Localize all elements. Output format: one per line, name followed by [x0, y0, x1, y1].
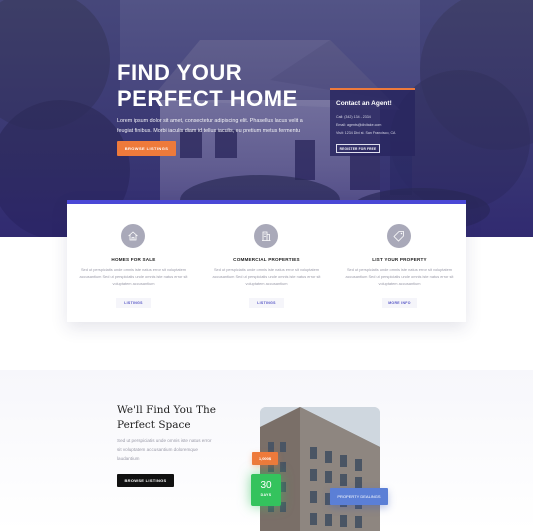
contact-phone: Call: (342) 134 - 2334 [336, 115, 371, 119]
service-description: Sed ut perspiciatis unde omnis iste natu… [79, 267, 188, 286]
hero-title: FIND YOUR PERFECT HOME [117, 60, 317, 112]
browse-listings-button[interactable]: BROWSE LISTINGS [117, 141, 176, 156]
days-label: DAYS [260, 493, 272, 497]
contact-address: Visit: 1234 Divi st. San Francisco, CA [336, 131, 396, 135]
contact-email[interactable]: Email: agents@divitake.com [336, 123, 381, 127]
register-button[interactable]: REGISTER FOR FREE [336, 144, 380, 153]
price-badge: 1,000$ [252, 452, 278, 465]
services-card: HOMES FOR SALE Sed ut perspiciatis unde … [67, 200, 466, 322]
more-info-button[interactable]: MORE INFO [382, 298, 417, 308]
service-item: HOMES FOR SALE Sed ut perspiciatis unde … [67, 204, 200, 322]
service-item: COMMERCIAL PROPERTIES Sed ut perspiciati… [200, 204, 333, 322]
service-title: LIST YOUR PROPERTY [372, 257, 427, 262]
section-title-line: Perfect Space [117, 419, 191, 431]
hero-title-line: PERFECT HOME [117, 86, 298, 111]
contact-title: Contact an Agent! [336, 100, 392, 107]
hero-title-line: FIND YOUR [117, 60, 243, 85]
service-description: Sed ut perspiciatis unde omnis iste natu… [212, 267, 321, 286]
service-title: COMMERCIAL PROPERTIES [233, 257, 300, 262]
section-description: Sed ut perspiciatis unde omnis iste natu… [117, 438, 212, 461]
service-description: Sed ut perspiciatis unde omnis iste natu… [345, 267, 454, 286]
service-title: HOMES FOR SALE [111, 257, 156, 262]
days-badge: 30 DAYS [251, 474, 281, 506]
contact-agent-card: Contact an Agent! Call: (342) 134 - 2334… [330, 88, 415, 156]
listings-button[interactable]: LISTINGS [116, 298, 151, 308]
browse-listings-button[interactable]: BROWSE LISTINGS [117, 474, 174, 487]
listings-button[interactable]: LISTINGS [249, 298, 284, 308]
hero-description: Lorem ipsum dolor sit amet, consectetur … [117, 118, 303, 134]
house-icon [121, 224, 145, 248]
tag-icon [387, 224, 411, 248]
property-dealings-badge: PROPERTY DEALINGS [330, 488, 388, 505]
service-item: LIST YOUR PROPERTY Sed ut perspiciatis u… [333, 204, 466, 322]
building-photo [260, 407, 380, 531]
section-title: We'll Find You The Perfect Space [117, 403, 227, 433]
building-icon [254, 224, 278, 248]
section-title-line: We'll Find You The [117, 404, 216, 416]
days-number: 30 [260, 480, 272, 491]
